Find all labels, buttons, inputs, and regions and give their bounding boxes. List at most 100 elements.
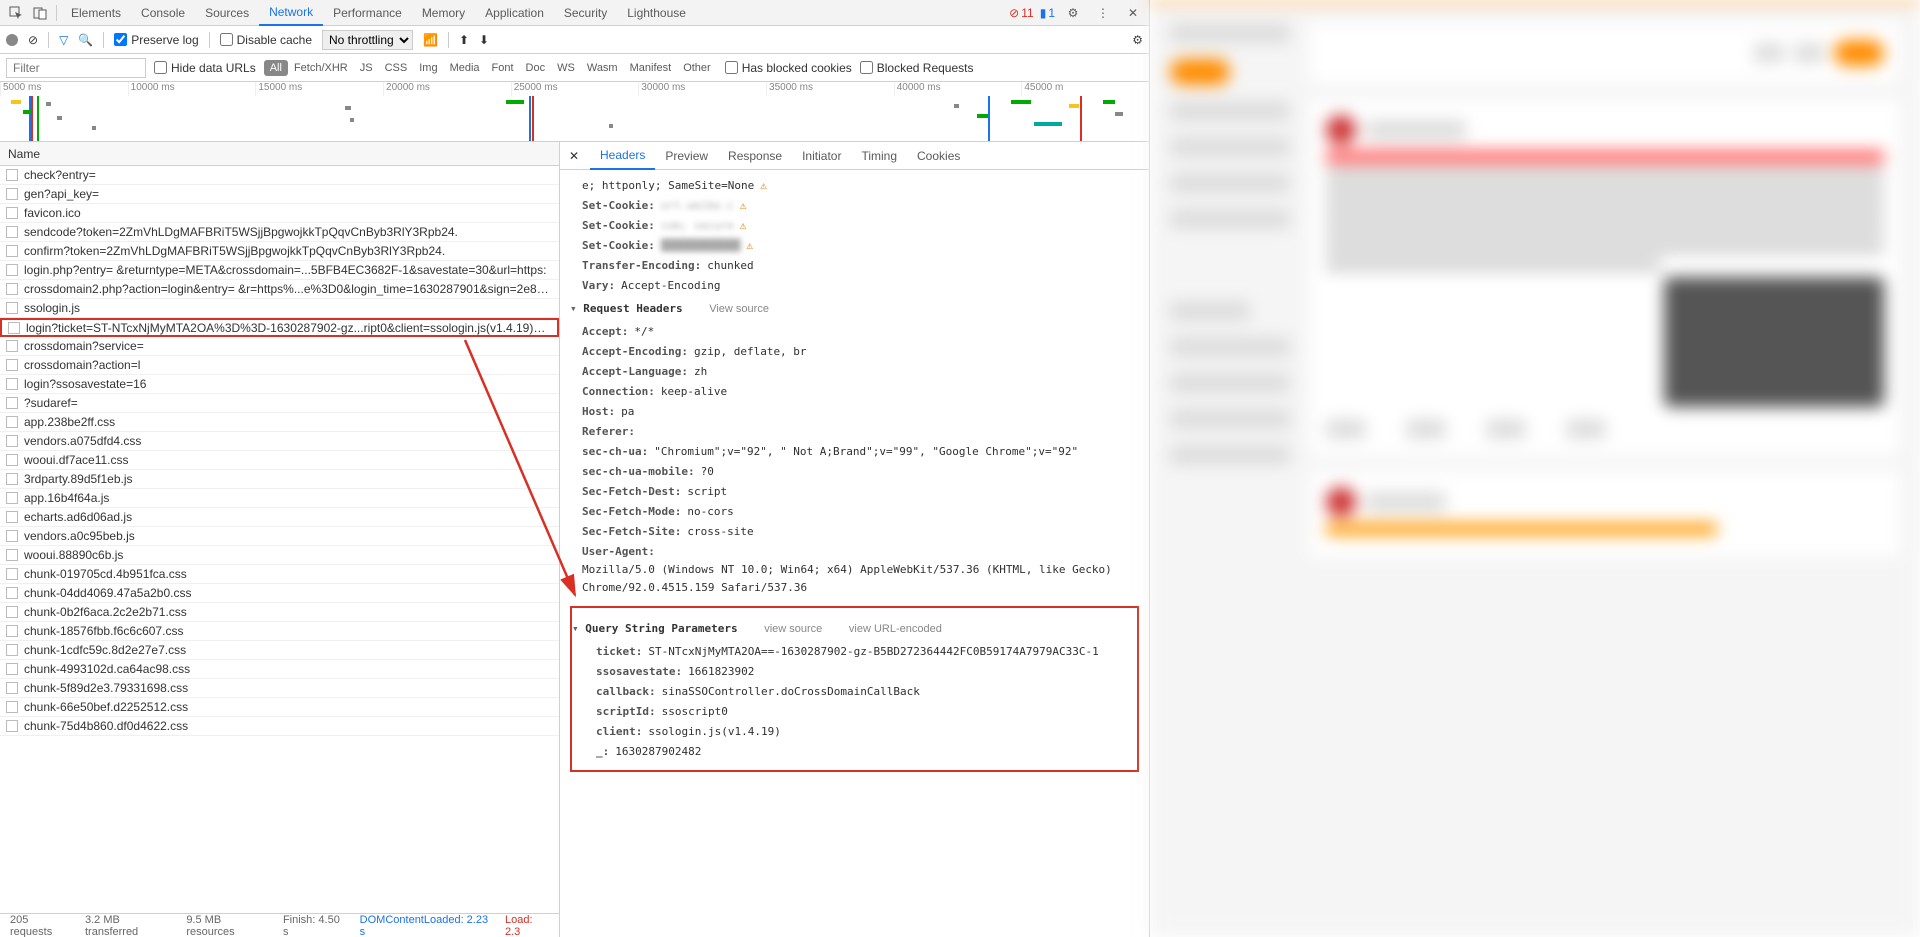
qsp-title[interactable]: Query String Parameters view source view… — [572, 616, 1125, 642]
filter-type-wasm[interactable]: Wasm — [581, 60, 624, 76]
tab-memory[interactable]: Memory — [412, 0, 475, 26]
tab-security[interactable]: Security — [554, 0, 617, 26]
details-tab-timing[interactable]: Timing — [851, 142, 907, 170]
filter-type-all[interactable]: All — [264, 60, 288, 76]
filter-type-css[interactable]: CSS — [379, 60, 414, 76]
details-tab-initiator[interactable]: Initiator — [792, 142, 851, 170]
preserve-log-checkbox[interactable]: Preserve log — [114, 33, 198, 47]
request-row[interactable]: chunk-4993102d.ca64ac98.css — [0, 660, 559, 679]
header-key: Accept: — [582, 323, 628, 341]
request-row[interactable]: echarts.ad6d06ad.js — [0, 508, 559, 527]
request-row[interactable]: ?sudaref= — [0, 394, 559, 413]
details-tab-response[interactable]: Response — [718, 142, 792, 170]
webpage-background — [1150, 0, 1920, 937]
filter-type-other[interactable]: Other — [677, 60, 717, 76]
tab-lighthouse[interactable]: Lighthouse — [617, 0, 696, 26]
request-row[interactable]: gen?api_key= — [0, 185, 559, 204]
tab-elements[interactable]: Elements — [61, 0, 131, 26]
error-badge[interactable]: ⊘11 — [1009, 6, 1034, 20]
request-row[interactable]: chunk-75d4b860.df0d4622.css — [0, 717, 559, 736]
request-row[interactable]: wooui.df7ace11.css — [0, 451, 559, 470]
request-row[interactable]: crossdomain?action=l — [0, 356, 559, 375]
request-row[interactable]: wooui.88890c6b.js — [0, 546, 559, 565]
hide-data-urls-checkbox[interactable]: Hide data URLs — [154, 61, 256, 75]
gear-icon[interactable]: ⚙ — [1065, 5, 1081, 21]
disable-cache-checkbox[interactable]: Disable cache — [220, 33, 312, 47]
request-row[interactable]: login.php?entry= &returntype=META&crossd… — [0, 261, 559, 280]
tab-application[interactable]: Application — [475, 0, 554, 26]
qsp-view-url-link[interactable]: view URL-encoded — [849, 623, 942, 635]
throttling-select[interactable]: No throttling — [322, 30, 413, 50]
request-row[interactable]: chunk-04dd4069.47a5a2b0.css — [0, 584, 559, 603]
tab-sources[interactable]: Sources — [195, 0, 259, 26]
blocked-cookies-checkbox[interactable]: Has blocked cookies — [725, 61, 852, 75]
blocked-requests-checkbox[interactable]: Blocked Requests — [860, 61, 974, 75]
details-tab-preview[interactable]: Preview — [655, 142, 718, 170]
filter-type-media[interactable]: Media — [444, 60, 486, 76]
filter-type-img[interactable]: Img — [413, 60, 443, 76]
file-icon — [6, 188, 18, 200]
request-row[interactable]: crossdomain?service= — [0, 337, 559, 356]
header-value: no-cors — [687, 503, 733, 521]
request-row[interactable]: vendors.a075dfd4.css — [0, 432, 559, 451]
filter-type-font[interactable]: Font — [486, 60, 520, 76]
request-row[interactable]: confirm?token=2ZmVhLDgMAFBRiT5WSjjBpgwoj… — [0, 242, 559, 261]
request-row[interactable]: login?ssosavestate=16 — [0, 375, 559, 394]
network-timeline[interactable]: 5000 ms10000 ms15000 ms20000 ms25000 ms3… — [0, 82, 1149, 142]
tab-network[interactable]: Network — [259, 0, 323, 26]
filter-type-doc[interactable]: Doc — [520, 60, 552, 76]
filter-input[interactable] — [6, 58, 146, 78]
request-row[interactable]: vendors.a0c95beb.js — [0, 527, 559, 546]
blocked-requests-input[interactable] — [860, 61, 873, 74]
details-tab-cookies[interactable]: Cookies — [907, 142, 970, 170]
disable-cache-input[interactable] — [220, 33, 233, 46]
details-body[interactable]: e; httponly; SameSite=None⚠Set-Cookie: o… — [560, 170, 1149, 937]
request-row[interactable]: app.16b4f64a.js — [0, 489, 559, 508]
qsp-key: client: — [596, 723, 642, 741]
record-icon[interactable] — [6, 34, 18, 46]
upload-icon[interactable]: ⬆ — [459, 33, 469, 47]
request-list[interactable]: check?entry=gen?api_key=favicon.icosendc… — [0, 166, 559, 913]
tab-performance[interactable]: Performance — [323, 0, 412, 26]
request-row[interactable]: chunk-18576fbb.f6c6c607.css — [0, 622, 559, 641]
kebab-icon[interactable]: ⋮ — [1095, 5, 1111, 21]
tab-console[interactable]: Console — [131, 0, 195, 26]
filter-icon[interactable]: ▽ — [59, 33, 68, 47]
inspect-icon[interactable] — [8, 5, 24, 21]
device-toggle-icon[interactable] — [32, 5, 48, 21]
filter-type-js[interactable]: JS — [354, 60, 379, 76]
close-icon[interactable]: ✕ — [1125, 5, 1141, 21]
request-row[interactable]: chunk-5f89d2e3.79331698.css — [0, 679, 559, 698]
blocked-cookies-input[interactable] — [725, 61, 738, 74]
clear-icon[interactable]: ⊘ — [28, 33, 38, 47]
request-row[interactable]: chunk-1cdfc59c.8d2e27e7.css — [0, 641, 559, 660]
details-tab-headers[interactable]: Headers — [590, 142, 655, 170]
wifi-icon[interactable]: 📶 — [423, 33, 438, 47]
request-row[interactable]: app.238be2ff.css — [0, 413, 559, 432]
request-headers-title[interactable]: Request Headers View source — [570, 296, 1139, 322]
request-row[interactable]: login?ticket=ST-NTcxNjMyMTA2OA%3D%3D-163… — [0, 318, 559, 337]
view-source-link[interactable]: View source — [709, 303, 769, 315]
filter-type-fetch-xhr[interactable]: Fetch/XHR — [288, 60, 354, 76]
filter-type-manifest[interactable]: Manifest — [624, 60, 678, 76]
request-row[interactable]: 3rdparty.89d5f1eb.js — [0, 470, 559, 489]
request-row[interactable]: crossdomain2.php?action=login&entry= &r=… — [0, 280, 559, 299]
name-column-header[interactable]: Name — [0, 142, 559, 166]
request-row[interactable]: ssologin.js — [0, 299, 559, 318]
gear-icon[interactable]: ⚙ — [1132, 33, 1143, 47]
hide-data-urls-input[interactable] — [154, 61, 167, 74]
search-icon[interactable]: 🔍 — [78, 33, 93, 47]
request-row[interactable]: chunk-019705cd.4b951fca.css — [0, 565, 559, 584]
close-details-icon[interactable]: ✕ — [566, 148, 582, 164]
request-row[interactable]: sendcode?token=2ZmVhLDgMAFBRiT5WSjjBpgwo… — [0, 223, 559, 242]
request-row[interactable]: check?entry= — [0, 166, 559, 185]
info-badge[interactable]: ▮1 — [1040, 6, 1055, 20]
download-icon[interactable]: ⬇ — [479, 33, 489, 47]
filter-type-ws[interactable]: WS — [551, 60, 581, 76]
qsp-view-source-link[interactable]: view source — [764, 623, 822, 635]
request-row[interactable]: favicon.ico — [0, 204, 559, 223]
request-row[interactable]: chunk-0b2f6aca.2c2e2b71.css — [0, 603, 559, 622]
preserve-log-input[interactable] — [114, 33, 127, 46]
request-row[interactable]: chunk-66e50bef.d2252512.css — [0, 698, 559, 717]
status-bar: 205 requests 3.2 MB transferred 9.5 MB r… — [0, 913, 559, 937]
